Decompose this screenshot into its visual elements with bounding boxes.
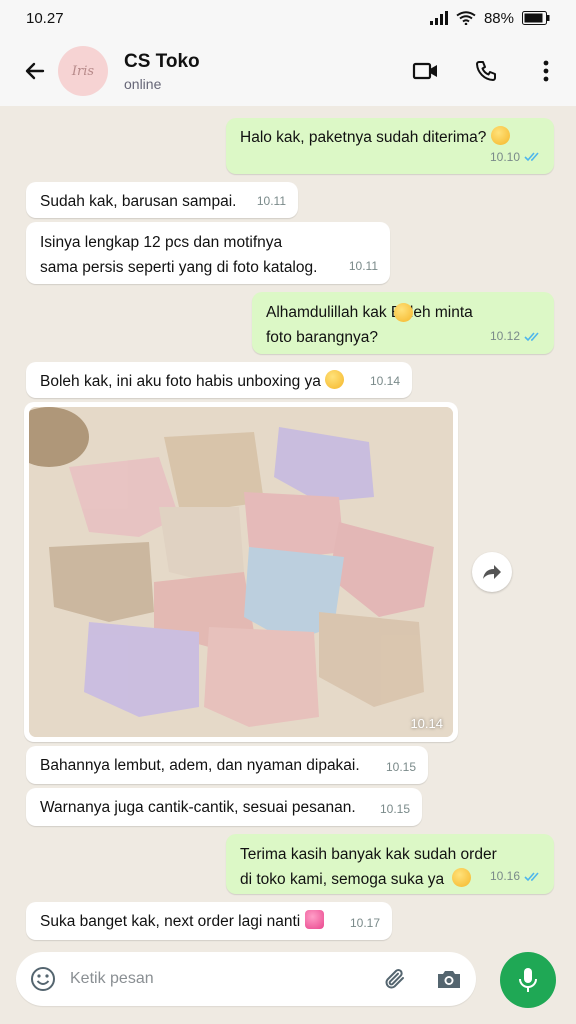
sparkle-heart-emoji-icon (304, 910, 324, 929)
message-bubble[interactable]: Boleh kak, ini aku foto habis unboxing y… (26, 362, 412, 398)
voice-record-button[interactable] (500, 952, 556, 1008)
message-text: Halo kak, paketnya sudah diterima? (240, 129, 487, 146)
camera-button[interactable] (422, 952, 476, 1006)
chat-header: Iris CS Toko online (0, 36, 576, 106)
avatar[interactable]: Iris (58, 46, 108, 96)
contact-status: online (124, 75, 162, 92)
signal-icon (429, 11, 448, 25)
message-text: Boleh kak, ini aku foto habis unboxing y… (40, 373, 321, 390)
message-text: Isinya lengkap 12 pcs dan motifnya sama … (40, 234, 318, 276)
message-bubble[interactable]: Suka banget kak, next order lagi nanti 1… (26, 902, 392, 940)
message-time: 10.11 (348, 259, 378, 273)
emoji-button[interactable] (16, 952, 70, 1006)
read-ticks-icon (524, 331, 539, 341)
microphone-icon (519, 968, 537, 992)
message-bubble[interactable]: Halo kak, paketnya sudah diterima? 10.10 (226, 118, 554, 174)
smile-emoji-icon (394, 303, 413, 322)
unboxing-photo[interactable]: 10.14 (29, 407, 453, 737)
wifi-icon (456, 11, 476, 25)
message-text: Bahannya lembut, adem, dan nyaman dipaka… (40, 757, 360, 774)
message-time: 10.14 (369, 374, 400, 388)
read-ticks-icon (524, 871, 539, 881)
more-vertical-icon (543, 60, 549, 82)
message-time: 10.15 (379, 802, 410, 816)
status-time: 10.27 (26, 9, 64, 27)
message-bubble[interactable]: Warnanya juga cantik-cantik, sesuai pesa… (26, 788, 422, 826)
voice-call-button[interactable] (456, 36, 516, 106)
image-time: 10.14 (410, 716, 443, 731)
message-bubble[interactable]: Alhamdulillah kak Boleh minta foto baran… (252, 292, 554, 354)
camera-icon (438, 971, 460, 988)
chat-area[interactable]: Halo kak, paketnya sudah diterima? 10.10… (0, 106, 576, 946)
message-time: 10.11 (256, 194, 286, 208)
message-time: 10.15 (385, 760, 416, 774)
smile-emoji-icon (490, 126, 510, 145)
message-text: Sudah kak, barusan sampai. (40, 193, 237, 210)
video-camera-icon (412, 62, 437, 80)
message-time: 10.12 (489, 329, 520, 343)
menu-button[interactable] (516, 36, 576, 106)
status-bar: 10.27 88% (0, 0, 576, 36)
message-bubble[interactable]: Sudah kak, barusan sampai. 10.11 (26, 182, 298, 218)
message-time: 10.16 (489, 869, 520, 883)
battery-percent: 88% (483, 9, 514, 27)
avatar-logo-text: Iris (71, 63, 95, 79)
battery-icon (522, 11, 550, 25)
attach-button[interactable] (368, 952, 422, 1006)
emoji-icon (31, 967, 55, 991)
message-time: 10.17 (349, 916, 380, 930)
photo-illustration (29, 407, 453, 737)
message-text: Alhamdulillah kak Boleh minta foto baran… (266, 304, 473, 346)
paperclip-icon (385, 969, 404, 989)
message-time: 10.10 (489, 150, 520, 164)
message-input-bar (16, 952, 476, 1006)
contact-info[interactable]: CS Toko online (124, 51, 396, 92)
forward-arrow-icon (483, 565, 501, 579)
read-ticks-icon (524, 152, 539, 162)
contact-name: CS Toko (124, 50, 200, 72)
back-arrow-icon (25, 62, 45, 80)
forward-button[interactable] (472, 552, 512, 592)
video-call-button[interactable] (396, 36, 456, 106)
message-bubble[interactable]: Isinya lengkap 12 pcs dan motifnya sama … (26, 222, 390, 284)
message-input[interactable] (70, 970, 368, 988)
heart-eyes-emoji-icon (325, 370, 345, 389)
message-bubble[interactable]: Bahannya lembut, adem, dan nyaman dipaka… (26, 746, 428, 784)
message-text: Suka banget kak, next order lagi nanti (40, 913, 301, 930)
message-bubble[interactable]: Terima kasih banyak kak sudah order di t… (226, 834, 554, 894)
image-message[interactable]: 10.14 (24, 402, 458, 742)
message-text: Warnanya juga cantik-cantik, sesuai pesa… (40, 799, 356, 816)
phone-icon (476, 61, 496, 81)
hearts-face-emoji-icon (452, 868, 471, 887)
